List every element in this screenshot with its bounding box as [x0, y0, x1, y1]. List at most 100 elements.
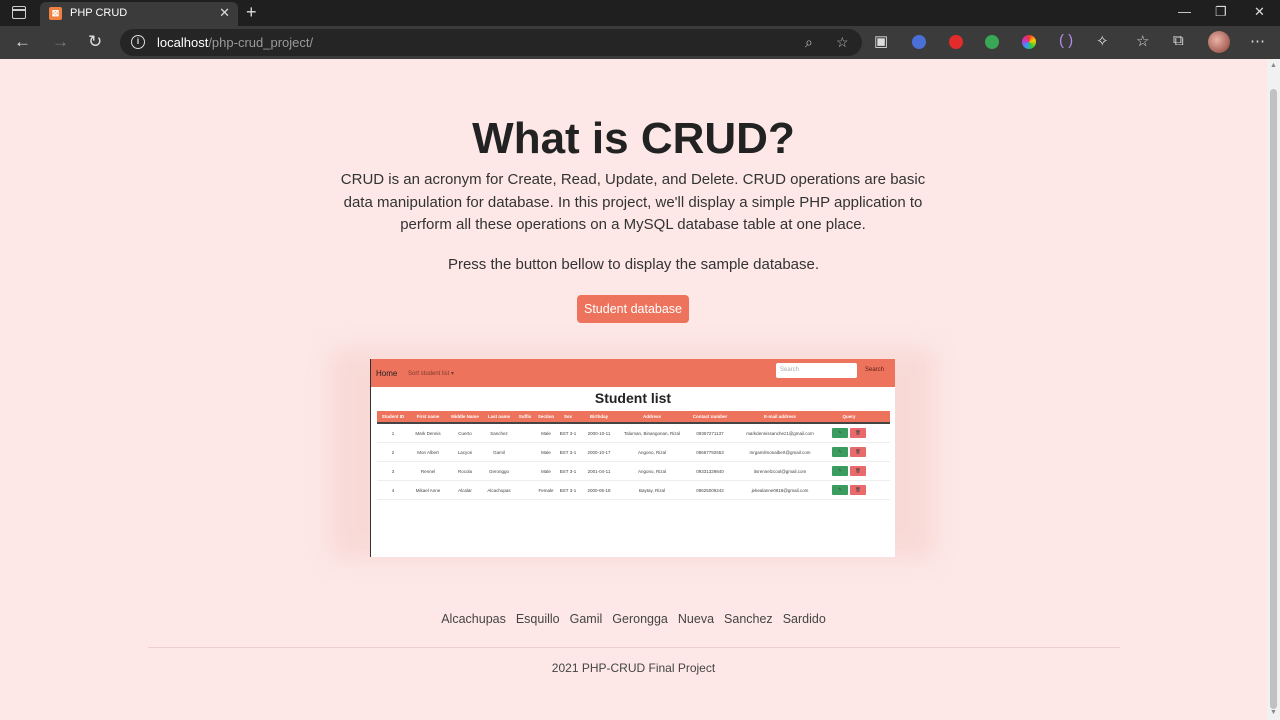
page-title: What is CRUD?	[472, 114, 795, 163]
preview-cell: jekealanne0818@gmail.com	[751, 487, 809, 493]
extension-brackets-icon[interactable]: ( )	[1059, 32, 1073, 49]
preview-column-header: Contact number	[692, 414, 728, 419]
footer-name: Sanchez	[724, 612, 773, 626]
profile-avatar[interactable]	[1208, 31, 1230, 53]
preview-column-header: Sex	[563, 414, 572, 419]
favorite-star-icon[interactable]: ☆	[836, 34, 849, 51]
scroll-up-icon[interactable]: ▲	[1270, 62, 1277, 69]
edit-icon: ✎	[832, 465, 848, 476]
preview-cell: 2	[391, 449, 395, 455]
extension-adblock-icon[interactable]	[949, 35, 963, 49]
scroll-thumb[interactable]	[1270, 89, 1277, 709]
preview-cell: BST 3-1	[559, 430, 577, 436]
preview-table-row: 3 Rennel Rocola Geronggo Male BST 3-1 2001-04-…	[377, 462, 890, 481]
preview-cell: Angono, Rizal	[637, 449, 667, 455]
tab-bar: ⊠ PHP CRUD ✕ + — ❐ ✕	[0, 0, 1280, 26]
preview-cell: itsrennelzcool@gmail.com	[753, 468, 807, 474]
student-database-button[interactable]: Student database	[577, 295, 689, 323]
preview-column-header: Last name	[487, 414, 511, 419]
footer-names: Alcachupas Esquillo Gamil Gerongga Nueva Sanc…	[0, 612, 1267, 626]
delete-icon: 🗑	[850, 446, 866, 457]
preview-cell: Male	[541, 430, 551, 436]
maximize-icon[interactable]: ❐	[1215, 4, 1227, 20]
close-tab-icon[interactable]: ✕	[219, 5, 230, 21]
page-scrollbar[interactable]: ▲ ▼	[1267, 59, 1280, 720]
preview-query-actions: ✎ 🗑	[825, 465, 873, 477]
preview-cell: 4	[391, 487, 395, 493]
preview-cell: Cuerto	[458, 430, 472, 436]
minimize-icon[interactable]: —	[1178, 4, 1191, 19]
preview-column-header: Query	[842, 414, 856, 419]
preview-cell: Sanchez	[490, 430, 508, 436]
preview-heading: Student list	[594, 390, 672, 406]
preview-cell: BST 3-1	[559, 487, 577, 493]
preview-table-body: 1 Mark Dennis Cuerto Sanchez Male BST 3-1 2000…	[377, 424, 890, 500]
preview-column-header: First name	[416, 414, 440, 419]
footer-name: Esquillo	[515, 612, 560, 626]
preview-table-row: 4 Mikael Anne Alcalar Alcachupas Female BST 3…	[377, 481, 890, 500]
preview-table-row: 2 Mon Albert Lacyon Gamil Male BST 3-1 2000-10…	[377, 443, 890, 462]
preview-cell: Baytay, Rizal	[639, 487, 665, 493]
preview-search-input: Search	[776, 363, 857, 378]
preview-cell: mrgamilmonalbert@gmail.com	[749, 449, 811, 455]
xampp-favicon-icon: ⊠	[49, 7, 62, 20]
preview-column-header: Suffix	[518, 414, 532, 419]
browser-tab[interactable]: ⊠ PHP CRUD ✕	[40, 2, 238, 26]
preview-cell: Mon Albert	[417, 449, 439, 455]
scroll-down-icon[interactable]: ▼	[1270, 709, 1277, 716]
preview-query-actions: ✎ 🗑	[825, 427, 873, 439]
back-icon[interactable]: ←	[14, 32, 31, 52]
footer-name: Gamil	[569, 612, 603, 626]
footer-name: Nueva	[677, 612, 715, 626]
edit-icon: ✎	[832, 484, 848, 495]
crud-description: CRUD is an acronym for Create, Read, Upd…	[340, 171, 926, 233]
delete-icon: 🗑	[850, 484, 866, 495]
preview-cell: 1	[391, 430, 395, 436]
preview-column-header: Address	[642, 414, 661, 419]
instruction-text: Press the button bellow to display the s…	[447, 256, 820, 273]
reload-icon[interactable]: ↻	[88, 32, 102, 52]
zoom-icon[interactable]: ⌕	[805, 34, 813, 51]
extension-icon[interactable]	[985, 35, 999, 49]
more-menu-icon[interactable]: ⋯	[1250, 32, 1265, 50]
preview-table: Student ID First name Middle Name Last name…	[377, 411, 890, 500]
collections-add-icon[interactable]: ⧉	[1173, 32, 1184, 49]
preview-query-actions: ✎ 🗑	[825, 484, 873, 496]
preview-cell: Mark Dennis	[415, 430, 441, 436]
preview-cell: Taluman, Binangonan, Rizal	[623, 430, 681, 436]
delete-icon: 🗑	[850, 465, 866, 476]
footer-name: Sardido	[782, 612, 826, 626]
preview-cell: 3	[391, 468, 395, 474]
preview-cell: 09625009242	[696, 487, 724, 493]
new-tab-icon[interactable]: +	[246, 2, 257, 23]
footer-name: Alcachupas	[441, 612, 506, 626]
preview-cell: Male	[541, 468, 551, 474]
preview-cell: BST 3-1	[559, 468, 577, 474]
preview-cell: 09331329840	[696, 468, 724, 474]
site-info-icon[interactable]: i	[131, 35, 145, 49]
forward-icon[interactable]: →	[52, 32, 69, 52]
preview-cell: Alcalar	[458, 487, 472, 493]
extension-color-icon[interactable]	[1022, 35, 1036, 49]
preview-table-row: 1 Mark Dennis Cuerto Sanchez Male BST 3-1 2000…	[377, 424, 890, 443]
preview-table-header: Student ID First name Middle Name Last name…	[377, 411, 890, 424]
preview-column-header: Middle Name	[451, 414, 479, 419]
favorites-icon[interactable]: ☆	[1136, 32, 1149, 50]
edit-icon: ✎	[832, 427, 848, 438]
preview-cell: Mikael Anne	[415, 487, 441, 493]
url-text[interactable]: localhost/php-crud_project/	[157, 35, 313, 50]
extension-icon[interactable]	[912, 35, 926, 49]
address-bar[interactable]: i localhost/php-crud_project/ ⌕ ☆	[120, 29, 862, 56]
browser-toolbar: ← → ↻ i localhost/php-crud_project/ ⌕ ☆ …	[0, 26, 1280, 59]
preview-search-button: Search	[865, 367, 885, 373]
preview-cell: 2000-10-17	[587, 449, 611, 455]
preview-cell: Angono, Rizal	[637, 468, 667, 474]
preview-cell: 2000-05-18	[587, 487, 611, 493]
footer-divider	[148, 647, 1120, 648]
close-window-icon[interactable]: ✕	[1254, 4, 1265, 20]
extensions-puzzle-icon[interactable]: ✧	[1096, 32, 1109, 50]
tab-actions-icon[interactable]	[12, 6, 26, 19]
preview-cell: Rennel	[420, 468, 436, 474]
preview-cell: Alcachupas	[487, 487, 511, 493]
collections-icon[interactable]: ▣	[874, 32, 888, 50]
